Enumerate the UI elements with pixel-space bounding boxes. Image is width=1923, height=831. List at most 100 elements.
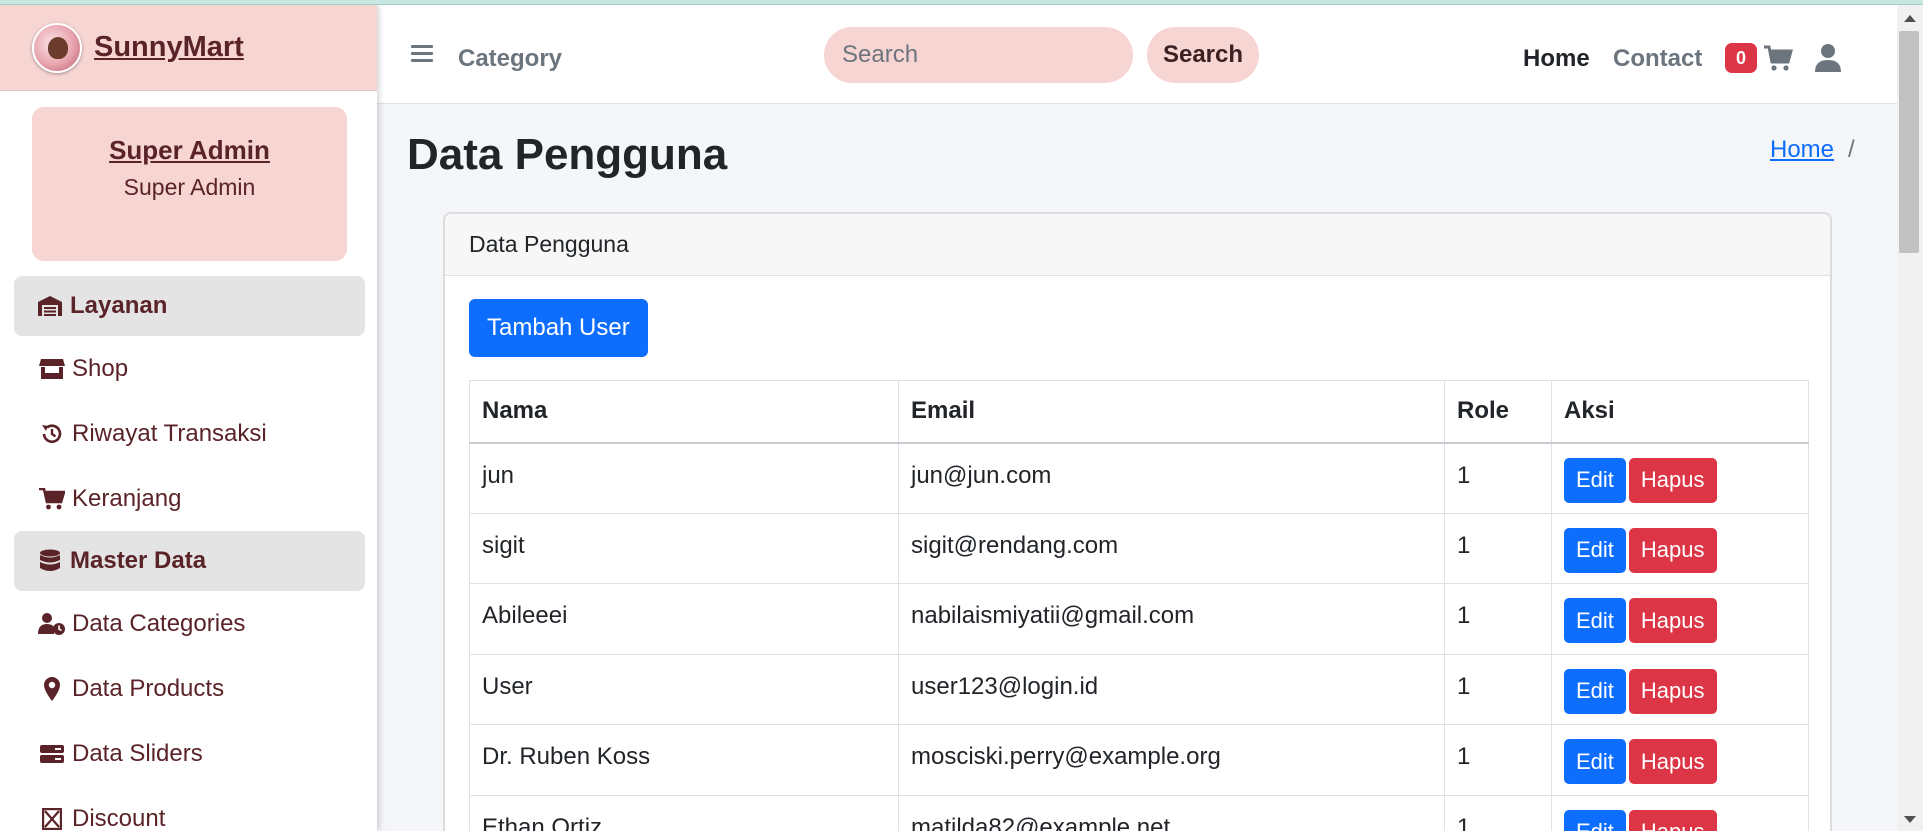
table-row: Ethan Ortiz matilda82@example.net 1 Edit… [469,794,1809,831]
history-icon [38,422,66,446]
category-link[interactable]: Category [458,45,562,73]
cell-aksi: EditHapus [1551,794,1809,831]
user-name-link[interactable]: Super Admin [32,135,347,166]
cell-aksi: EditHapus [1551,512,1809,584]
cell-nama: Ethan Ortiz [469,794,899,831]
column-header-role: Role [1444,380,1552,444]
cart-icon[interactable] [1763,43,1793,73]
search-input[interactable] [824,27,1133,83]
cell-email: jun@jun.com [898,442,1445,514]
sidebar-item-label: Keranjang [72,484,182,512]
cell-email: matilda82@example.net [898,794,1445,831]
sidebar-header-label: Master Data [70,547,207,574]
sidebar: SunnyMart Super Admin Super Admin Layana… [0,5,377,831]
delete-button[interactable]: Hapus [1628,598,1717,643]
cell-nama: sigit [469,512,899,584]
delete-button[interactable]: Hapus [1628,527,1717,573]
edit-button[interactable]: Edit [1564,668,1626,714]
cell-role: 1 [1444,512,1552,584]
sidebar-item-label: Data Products [72,674,225,702]
server-icon [38,742,66,766]
brand-name[interactable]: SunnyMart [94,31,244,64]
cell-email: user123@login.id [898,653,1445,725]
table-row: User user123@login.id 1 Edit Hapus [469,653,1809,725]
delete-button[interactable]: Hapus [1628,809,1717,831]
table-row: sigit sigit@rendang.com 1 Edit Hapus [469,512,1809,584]
cart-icon [38,487,66,511]
cell-role: 1 [1444,653,1552,725]
sidebar-item-discount[interactable]: Discount [0,786,377,831]
edit-button[interactable]: Edit [1564,809,1626,831]
sidebar-item-data-sliders[interactable]: Data Sliders [0,721,377,786]
cell-aksi: EditHapus [1551,724,1809,796]
cell-email: sigit@rendang.com [898,512,1445,584]
warehouse-icon [36,294,64,318]
user-panel: Super Admin Super Admin [32,107,347,261]
delete-button[interactable]: Hapus [1628,739,1717,784]
edit-button[interactable]: Edit [1564,739,1626,784]
nav-link-home[interactable]: Home [1523,45,1590,73]
cell-nama: Abileeei [469,583,899,655]
nav-link-contact[interactable]: Contact [1613,45,1702,73]
column-header-aksi: Aksi [1551,380,1809,444]
scroll-up-arrow-icon[interactable] [1904,15,1916,22]
cart-count-badge: 0 [1725,43,1757,73]
sidebar-header-layanan: Layanan [14,276,365,336]
breadcrumb-home-link[interactable]: Home [1770,136,1834,164]
sidebar-item-label: Discount [72,804,166,831]
table-row: jun jun@jun.com 1 Edit Hapus [469,442,1809,514]
user-role: Super Admin [123,174,256,200]
brand-link[interactable]: SunnyMart [0,5,377,91]
user-clock-icon [38,612,66,636]
cell-nama: jun [469,442,899,514]
breadcrumb: Home / [1770,136,1855,164]
top-accent-line [0,0,1923,5]
column-header-email: Email [898,380,1445,444]
sidebar-item-data-categories[interactable]: Data Categories [0,591,377,656]
cell-role: 1 [1444,442,1552,514]
sidebar-item-label: Data Categories [72,609,246,637]
table-row: Dr. Ruben Koss mosciski.perry@example.or… [469,724,1809,796]
delete-button[interactable]: Hapus [1628,668,1717,714]
edit-button[interactable]: Edit [1564,457,1626,503]
search-button[interactable]: Search [1147,27,1259,83]
cell-role: 1 [1444,583,1552,655]
table-header-row: Nama Email Role Aksi [469,380,1809,444]
brand-logo [32,22,82,73]
cell-email: nabilaismiyatii@gmail.com [898,583,1445,655]
card-header: Data Pengguna [445,214,1830,276]
edit-button[interactable]: Edit [1564,598,1626,643]
sidebar-item-data-products[interactable]: Data Products [0,656,377,721]
page-scrollbar[interactable] [1897,5,1923,831]
cell-aksi: EditHapus [1551,583,1809,655]
cell-email: mosciski.perry@example.org [898,724,1445,796]
breadcrumb-separator: / [1848,136,1855,163]
top-navbar: Category Search Home Contact 0 [377,5,1897,104]
sidebar-item-label: Riwayat Transaksi [72,419,267,447]
sidebar-item-label: Shop [72,354,129,382]
users-table: Nama Email Role Aksi jun jun@jun.com 1 E… [469,380,1809,831]
sidebar-item-label: Data Sliders [72,739,203,767]
sidebar-item-shop[interactable]: Shop [0,336,377,401]
cell-nama: User [469,653,899,725]
add-user-button[interactable]: Tambah User [469,299,648,357]
column-header-nama: Nama [469,380,899,444]
sidebar-header-label: Layanan [70,292,168,319]
map-pin-icon [38,676,66,701]
sidebar-header-master-data: Master Data [14,531,365,591]
table-row: Abileeei nabilaismiyatii@gmail.com 1 Edi… [469,583,1809,655]
delete-button[interactable]: Hapus [1628,457,1717,503]
scroll-down-arrow-icon[interactable] [1904,816,1916,823]
cell-aksi: EditHapus [1551,442,1809,514]
cell-nama: Dr. Ruben Koss [469,724,899,796]
cell-aksi: EditHapus [1551,653,1809,725]
users-card: Data Pengguna Tambah User Nama Email Rol… [443,212,1832,831]
sidebar-item-keranjang[interactable]: Keranjang [0,466,377,531]
cell-role: 1 [1444,724,1552,796]
database-icon [36,549,64,573]
scroll-thumb[interactable] [1899,31,1919,253]
sidebar-item-riwayat-transaksi[interactable]: Riwayat Transaksi [0,401,377,466]
user-account-icon[interactable] [1815,43,1841,73]
menu-toggle-icon[interactable] [411,45,433,63]
edit-button[interactable]: Edit [1564,527,1626,573]
